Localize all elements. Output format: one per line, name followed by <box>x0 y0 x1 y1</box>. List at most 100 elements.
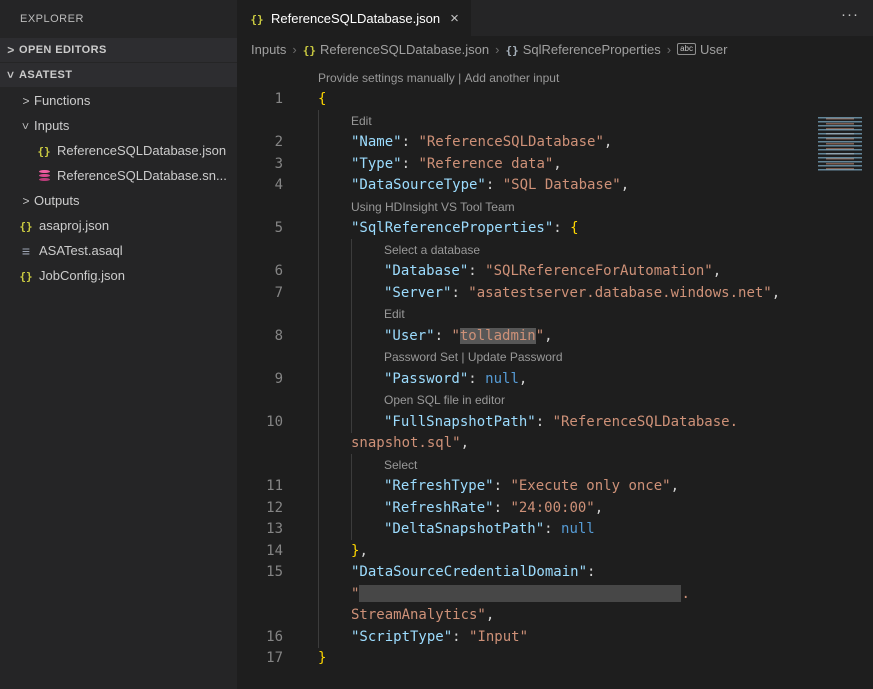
code-line-row: 8"User": "tolladmin", <box>237 325 873 347</box>
code-line[interactable]: "Type": "Reference data", <box>318 153 562 175</box>
code-line[interactable]: } <box>318 650 326 666</box>
code-line-row: 2 "Name": "ReferenceSQLDatabase", <box>237 132 873 154</box>
codelens-action[interactable]: Open SQL file in editor <box>384 393 505 407</box>
code-line[interactable]: "DeltaSnapshotPath": null <box>318 519 595 541</box>
breadcrumb-label: Inputs <box>251 42 286 57</box>
indent-guide <box>318 411 351 433</box>
code-line[interactable]: "FullSnapshotPath": "ReferenceSQLDatabas… <box>318 411 738 433</box>
close-icon[interactable]: × <box>450 10 459 27</box>
code-line-row: 16 "ScriptType": "Input" <box>237 626 873 648</box>
code-token: "Type" <box>351 156 402 172</box>
code-line[interactable]: "DataSourceType": "SQL Database", <box>318 175 629 197</box>
breadcrumb-item-user[interactable]: User <box>677 42 727 57</box>
codelens-action[interactable]: Provide settings manually <box>318 71 455 85</box>
code-line[interactable]: ". <box>318 583 690 605</box>
tree-item-label: Inputs <box>34 118 69 133</box>
code-token: "DataSourceCredentialDomain" <box>351 564 587 580</box>
codelens-row: Using HDInsight VS Tool Team <box>237 196 873 218</box>
code-token: , <box>461 435 469 451</box>
tab-referencesqldatabase-json[interactable]: ReferenceSQLDatabase.json × <box>237 0 471 36</box>
code-token: : <box>544 521 561 537</box>
tree-item-functions[interactable]: Functions <box>0 88 237 113</box>
code-line-row: snapshot.sql", <box>237 433 873 455</box>
tree-item-referencesqldatabase-sn[interactable]: ReferenceSQLDatabase.sn... <box>0 163 237 188</box>
code-line[interactable]: "Database": "SQLReferenceForAutomation", <box>318 261 721 283</box>
line-number: 2 <box>237 134 283 150</box>
sidebar-sections: OPEN EDITORS ASATEST Functions Inputs Refere… <box>0 38 237 288</box>
code-token: , <box>553 156 561 172</box>
code-area[interactable]: Provide settings manually | Add another … <box>237 62 873 669</box>
code-token: " <box>351 586 359 602</box>
tree-item-inputs[interactable]: Inputs <box>0 113 237 138</box>
code-line-row: 4"DataSourceType": "SQL Database", <box>237 175 873 197</box>
minimap[interactable] <box>816 117 870 171</box>
code-line[interactable]: "Server": "asatestserver.database.window… <box>318 282 780 304</box>
codelens-action[interactable]: Edit <box>351 114 372 128</box>
code-token: "RefreshType" <box>384 478 494 494</box>
more-actions-icon[interactable]: ··· <box>841 6 859 23</box>
line-number: 15 <box>237 564 283 580</box>
code-token: : <box>536 414 553 430</box>
code-line[interactable]: "Password": null, <box>318 368 527 390</box>
code-token: null <box>485 371 519 387</box>
code-line[interactable]: "RefreshRate": "24:00:00", <box>318 497 603 519</box>
breadcrumb-item-inputs[interactable]: Inputs <box>251 42 286 57</box>
codelens-text: Password Set <box>384 350 458 364</box>
codelens-action[interactable]: Edit <box>384 307 405 321</box>
breadcrumb-label: ReferenceSQLDatabase.json <box>320 42 489 57</box>
codelens-action[interactable]: Update Password <box>468 350 563 364</box>
tree-item-referencesqldatabase-json[interactable]: ReferenceSQLDatabase.json <box>0 138 237 163</box>
code-line[interactable]: "Name": "ReferenceSQLDatabase", <box>318 132 612 154</box>
section-asatest[interactable]: ASATEST <box>0 63 237 87</box>
code-line[interactable]: }, <box>318 540 368 562</box>
indent-guide <box>318 519 351 541</box>
breadcrumb-separator-icon: › <box>292 42 296 57</box>
explorer-sidebar: EXPLORER OPEN EDITORS ASATEST Functions Inp… <box>0 0 237 689</box>
codelens-action[interactable]: Select <box>384 458 417 472</box>
code-token: : <box>451 285 468 301</box>
tab-bar: ReferenceSQLDatabase.json × ··· <box>237 0 873 36</box>
code-line[interactable]: StreamAnalytics", <box>318 605 494 627</box>
codelens: Using HDInsight VS Tool Team <box>318 196 515 218</box>
code-token: " <box>536 328 544 344</box>
code-line[interactable]: "ScriptType": "Input" <box>318 626 528 648</box>
code-line-row: 15 "DataSourceCredentialDomain": <box>237 562 873 584</box>
indent-guide <box>318 282 351 304</box>
code-token: , <box>486 607 494 623</box>
line-number: 5 <box>237 220 283 236</box>
code-line[interactable]: "RefreshType": "Execute only once", <box>318 476 679 498</box>
code-line[interactable]: "User": "tolladmin", <box>318 325 553 347</box>
tree-item-outputs[interactable]: Outputs <box>0 188 237 213</box>
codelens-action[interactable]: Add another input <box>465 71 560 85</box>
line-number: 16 <box>237 629 283 645</box>
indent-guide <box>351 519 384 541</box>
sidebar-title: EXPLORER <box>0 0 237 38</box>
tree-item-asaproj-json[interactable]: asaproj.json <box>0 213 237 238</box>
codelens-action[interactable]: Select a database <box>384 243 480 257</box>
code-line-row: 13"DeltaSnapshotPath": null <box>237 519 873 541</box>
code-token: } <box>318 650 326 666</box>
indent-guide <box>351 390 384 412</box>
breadcrumb-item-sqlreferenceproperties[interactable]: SqlReferenceProperties <box>505 42 660 57</box>
code-token: : <box>402 156 419 172</box>
indent-guide <box>318 368 351 390</box>
tree-item-jobconfig-json[interactable]: JobConfig.json <box>0 263 237 288</box>
code-line[interactable]: "DataSourceCredentialDomain": <box>318 562 595 584</box>
tree-item-asatest-asaql[interactable]: ASATest.asaql <box>0 238 237 263</box>
breadcrumb-separator-icon: › <box>667 42 671 57</box>
codelens: Password Set | Update Password <box>318 347 563 369</box>
codelens: Open SQL file in editor <box>318 390 505 412</box>
code-line[interactable]: "SqlReferenceProperties": { <box>318 218 579 240</box>
section-label: ASATEST <box>19 69 72 81</box>
codelens-row: Select <box>237 454 873 476</box>
code-token: "SQLReferenceForAutomation" <box>485 263 713 279</box>
code-line[interactable]: snapshot.sql", <box>318 433 469 455</box>
code-line[interactable]: { <box>318 91 326 107</box>
code-token: , <box>671 478 679 494</box>
code-line-row: ". <box>237 583 873 605</box>
code-token: { <box>318 91 326 107</box>
breadcrumb-item-referencesqldatabase-json[interactable]: ReferenceSQLDatabase.json <box>303 42 489 57</box>
code-token: StreamAnalytics" <box>351 607 486 623</box>
code-token: null <box>561 521 595 537</box>
section-open-editors[interactable]: OPEN EDITORS <box>0 38 237 62</box>
